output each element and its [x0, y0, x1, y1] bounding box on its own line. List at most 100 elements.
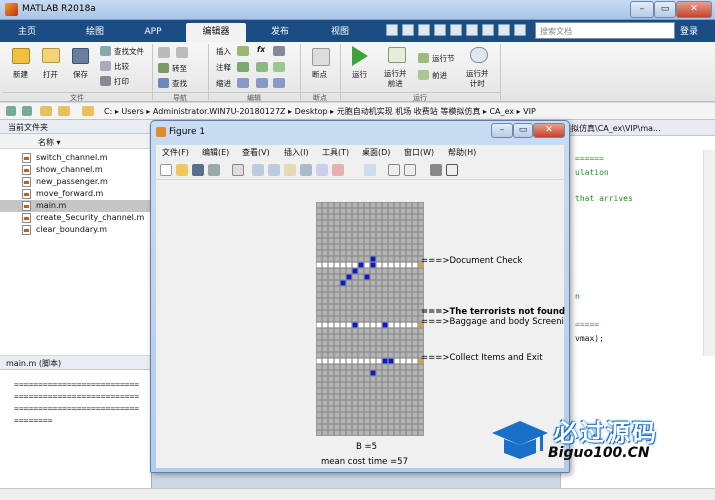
tab-apps[interactable]: APP [132, 23, 174, 42]
close-button[interactable]: ✕ [676, 1, 712, 18]
editor-scrollbar[interactable] [703, 150, 715, 356]
tab-home[interactable]: 主页 [6, 23, 48, 42]
menu-file[interactable]: 文件(F) [162, 147, 189, 158]
run-advance-button[interactable]: 运行并 前进 [384, 69, 407, 89]
save-label[interactable]: 保存 [73, 69, 88, 80]
goto-button[interactable]: 转至 [172, 63, 187, 74]
file-item[interactable]: new_passenger.m [0, 176, 152, 188]
forward-nav-icon[interactable] [22, 106, 32, 116]
code-line[interactable]: n [575, 292, 580, 301]
file-item[interactable]: create_Security_channel.m [0, 212, 152, 224]
menu-insert[interactable]: 插入(I) [284, 147, 309, 158]
open-label[interactable]: 打开 [43, 69, 58, 80]
qa-paste-icon[interactable] [434, 24, 446, 36]
code-line[interactable]: ===== [575, 320, 599, 329]
advance-button[interactable]: 前进 [432, 70, 447, 81]
tab-publish[interactable]: 发布 [255, 23, 305, 42]
file-item[interactable]: show_channel.m [0, 164, 152, 176]
run-section-button[interactable]: 运行节 [432, 53, 455, 64]
login-link[interactable]: 登录 [680, 24, 698, 37]
wrap-comment-icon[interactable] [273, 62, 285, 72]
run-advance-icon[interactable] [388, 47, 406, 63]
compare-button[interactable]: 比较 [114, 61, 129, 72]
colorbar-icon[interactable] [388, 164, 400, 176]
file-item[interactable]: move_forward.m [0, 188, 152, 200]
menu-edit[interactable]: 编辑(E) [202, 147, 229, 158]
tab-plots[interactable]: 绘图 [74, 23, 116, 42]
legend-icon[interactable] [404, 164, 416, 176]
new-icon[interactable] [12, 48, 30, 64]
decrease-indent-icon[interactable] [273, 78, 285, 88]
find-files-button[interactable]: 查找文件 [114, 46, 144, 57]
insert-dropdown-icon[interactable] [273, 46, 285, 56]
minimize-button[interactable]: – [630, 1, 654, 18]
data-cursor-icon[interactable] [316, 164, 328, 176]
code-line[interactable]: ====== [575, 154, 604, 163]
pan-icon[interactable] [284, 164, 296, 176]
qa-switch-icon[interactable] [482, 24, 494, 36]
up-folder-icon[interactable] [40, 106, 52, 116]
new-label[interactable]: 新建 [13, 69, 28, 80]
print-figure-icon[interactable] [208, 164, 220, 176]
run-button[interactable]: 运行 [352, 69, 367, 80]
open-icon[interactable] [42, 48, 60, 63]
tab-view[interactable]: 视图 [315, 23, 365, 42]
menu-view[interactable]: 查看(V) [242, 147, 270, 158]
breakpoint-button[interactable]: 断点 [312, 69, 327, 80]
uncomment-icon[interactable] [256, 62, 268, 72]
print-button[interactable]: 打印 [114, 76, 129, 87]
menu-window[interactable]: 窗口(W) [404, 147, 434, 158]
fx-button[interactable]: fx [257, 45, 265, 54]
forward-icon[interactable] [176, 47, 188, 58]
browse-folder-icon[interactable] [58, 106, 70, 116]
qa-undo-icon[interactable] [450, 24, 462, 36]
menu-tools[interactable]: 工具(T) [322, 147, 349, 158]
hide-plot-tools-icon[interactable] [430, 164, 442, 176]
search-input[interactable]: 搜索文档 [535, 22, 675, 39]
qa-save-icon[interactable] [386, 24, 398, 36]
qa-dropdown-icon[interactable] [514, 24, 526, 36]
back-icon[interactable] [158, 47, 170, 58]
figure-close-button[interactable]: ✕ [533, 123, 565, 138]
code-line[interactable]: vmax); [575, 334, 604, 343]
indent-button[interactable]: 缩进 [216, 78, 231, 89]
name-column-header[interactable]: 名称 ▾ [0, 134, 152, 149]
insert-button[interactable]: 插入 [216, 46, 231, 57]
find-button[interactable]: 查找 [172, 78, 187, 89]
tab-editor[interactable]: 编辑器 [186, 23, 246, 42]
save-figure-icon[interactable] [192, 164, 204, 176]
open-file-icon[interactable] [176, 164, 188, 176]
menu-desktop[interactable]: 桌面(D) [362, 147, 390, 158]
increase-indent-icon[interactable] [256, 78, 268, 88]
zoom-out-icon[interactable] [268, 164, 280, 176]
rotate-icon[interactable] [300, 164, 312, 176]
show-plot-tools-icon[interactable] [446, 164, 458, 176]
qa-cut-icon[interactable] [402, 24, 414, 36]
file-item-selected[interactable]: main.m [0, 200, 152, 212]
code-line[interactable]: ulation [575, 168, 609, 177]
menu-help[interactable]: 帮助(H) [448, 147, 476, 158]
file-item[interactable]: switch_channel.m [0, 152, 152, 164]
link-plot-icon[interactable] [364, 164, 376, 176]
brush-icon[interactable] [332, 164, 344, 176]
figure-minimize-button[interactable]: – [491, 123, 513, 138]
maximize-button[interactable]: ▭ [654, 1, 676, 18]
breakpoint-icon[interactable] [312, 48, 330, 66]
zoom-in-icon[interactable] [252, 164, 264, 176]
run-icon[interactable] [352, 46, 368, 66]
qa-redo-icon[interactable] [466, 24, 478, 36]
current-path[interactable]: C: ▸ Users ▸ Administrator.WIN7U-2018012… [104, 106, 536, 117]
qa-help-icon[interactable] [498, 24, 510, 36]
back-nav-icon[interactable] [6, 106, 16, 116]
code-line[interactable]: that arrives [575, 194, 633, 203]
file-item[interactable]: clear_boundary.m [0, 224, 152, 236]
run-time-icon[interactable] [470, 47, 488, 63]
figure-maximize-button[interactable]: ▭ [513, 123, 533, 138]
run-time-button[interactable]: 运行并 计时 [466, 69, 489, 89]
new-figure-icon[interactable] [160, 164, 172, 176]
save-icon[interactable] [72, 48, 89, 64]
grid-cell [328, 256, 334, 262]
comment-button[interactable]: 注释 [216, 62, 231, 73]
qa-copy-icon[interactable] [418, 24, 430, 36]
pointer-icon[interactable] [232, 164, 244, 176]
